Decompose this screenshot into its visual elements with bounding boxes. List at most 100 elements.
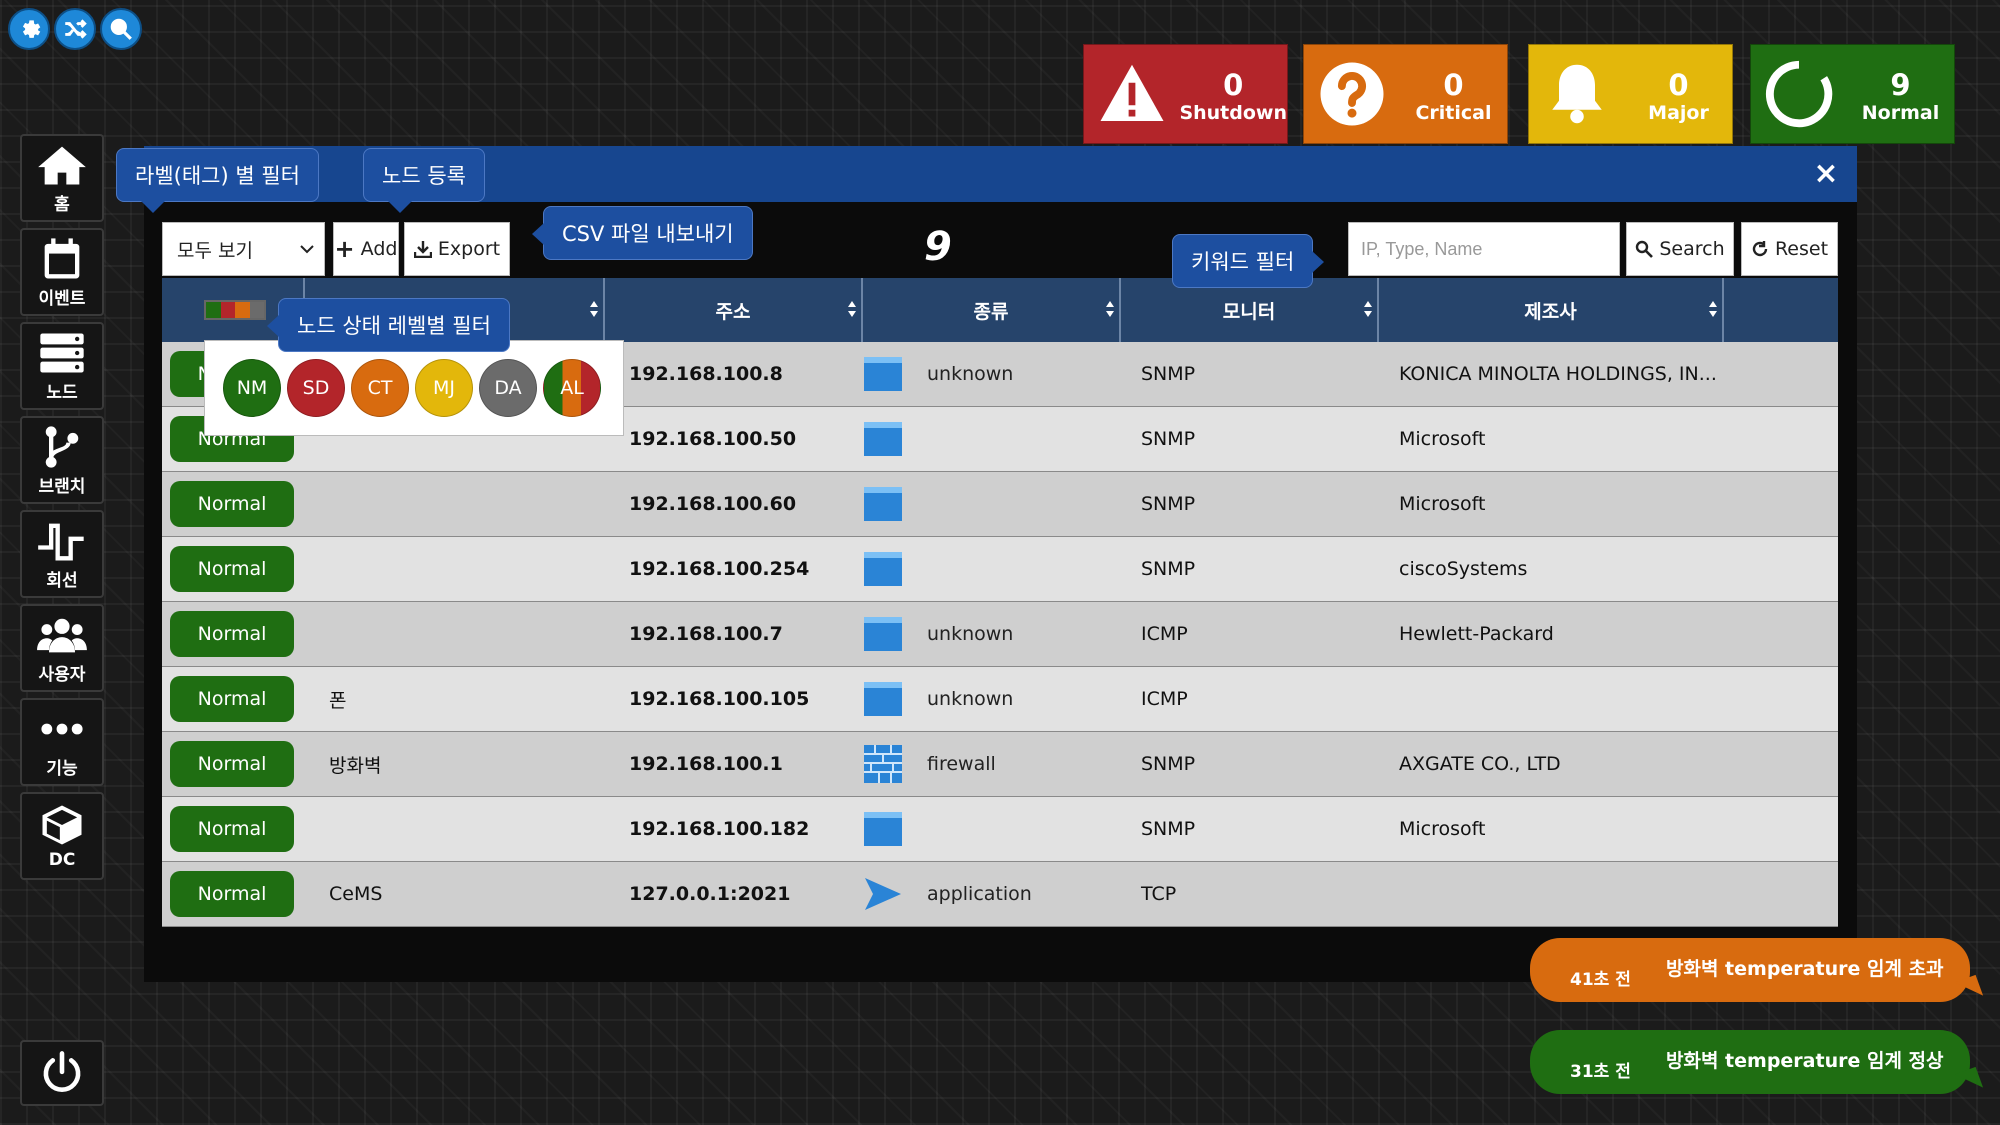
branch-icon: [45, 425, 79, 468]
node-name: CeMS: [329, 883, 383, 905]
close-icon[interactable]: ×: [1811, 156, 1841, 192]
node-name: 방화벽: [329, 754, 382, 777]
status-card-major[interactable]: 0 Major: [1528, 44, 1733, 144]
address-header-label: 주소: [715, 300, 751, 323]
critical-label: Critical: [1415, 101, 1492, 124]
status-badge: Normal: [170, 741, 294, 787]
label-filter-select[interactable]: 모두 보기: [162, 222, 325, 276]
power-button[interactable]: [20, 1040, 104, 1106]
node-type: unknown: [927, 363, 1014, 385]
power-icon: [43, 1051, 81, 1092]
sidebar-item-nodes[interactable]: 노드: [20, 322, 104, 410]
level-mj-button[interactable]: MJ: [415, 359, 473, 417]
table-row[interactable]: Normal 192.168.100.182 SNMP Microsoft: [162, 797, 1838, 862]
sidebar-item-label: 브랜치: [38, 476, 86, 497]
node-address: 192.168.100.60: [629, 493, 797, 515]
sidebar-item-users[interactable]: 사용자: [20, 604, 104, 692]
node-address: 192.168.100.50: [629, 428, 797, 450]
table-row[interactable]: Normal 192.168.100.60 SNMP Microsoft: [162, 472, 1838, 537]
sidebar-item-events[interactable]: 이벤트: [20, 228, 104, 316]
table-row[interactable]: Normal CeMS 127.0.0.1:2021 application T…: [162, 862, 1838, 927]
level-ct-button[interactable]: CT: [351, 359, 409, 417]
type-column-header[interactable]: 종류: [863, 278, 1121, 342]
tooltip-text: 키워드 필터: [1191, 250, 1295, 274]
level-sd-button[interactable]: SD: [287, 359, 345, 417]
shutdown-label: Shutdown: [1179, 101, 1287, 124]
node-list-modal: × 모두 보기 + Add Export 9 Search Reset 주소: [144, 146, 1857, 982]
vendor-column-header[interactable]: 제조사: [1379, 278, 1724, 342]
status-level-filter-toggle[interactable]: [204, 300, 266, 320]
node-monitor: SNMP: [1141, 493, 1196, 515]
node-address: 192.168.100.8: [629, 363, 783, 385]
status-card-critical[interactable]: 0 Critical: [1303, 44, 1508, 144]
reset-button[interactable]: Reset: [1741, 222, 1838, 276]
shuffle-icon[interactable]: [54, 8, 96, 50]
search-button-label: Search: [1659, 238, 1725, 260]
tooltip-text: 노드 상태 레벨별 필터: [297, 314, 491, 338]
status-card-shutdown[interactable]: 0 Shutdown: [1083, 44, 1288, 144]
tooltip-label-filter: 라벨(태그) 별 필터: [116, 148, 319, 213]
ring-icon: [1751, 44, 1847, 144]
node-vendor: AXGATE CO., LTD: [1399, 753, 1561, 775]
top-tools: [8, 8, 142, 50]
notification-time: 31초 전: [1570, 1061, 1631, 1082]
sidebar-item-label: 이벤트: [38, 288, 86, 309]
add-button-label: Add: [360, 238, 398, 260]
node-vendor: ciscoSystems: [1399, 558, 1528, 580]
node-monitor: TCP: [1141, 883, 1177, 905]
table-row[interactable]: Normal 192.168.100.7 unknown ICMP Hewlet…: [162, 602, 1838, 667]
status-badge: Normal: [170, 806, 294, 852]
node-vendor: Microsoft: [1399, 493, 1486, 515]
level-nm-button[interactable]: NM: [223, 359, 281, 417]
sidebar-item-label: 사용자: [38, 664, 86, 685]
notification-message: 방화벽 temperature 임계 초과: [1666, 957, 1944, 980]
search-icon[interactable]: [100, 8, 142, 50]
node-address: 192.168.100.182: [629, 818, 810, 840]
device-icon: [864, 422, 902, 456]
notification-toast[interactable]: 31초 전 방화벽 temperature 임계 정상: [1530, 1030, 1970, 1094]
node-name: 폰: [329, 689, 347, 712]
search-button[interactable]: Search: [1626, 222, 1734, 276]
ellipsis-icon: [41, 723, 83, 734]
node-count: 9: [924, 224, 952, 270]
status-badge: Normal: [170, 546, 294, 592]
major-label: Major: [1648, 101, 1709, 124]
table-row[interactable]: Normal 192.168.100.254 SNMP ciscoSystems: [162, 537, 1838, 602]
major-count: 0: [1668, 68, 1689, 103]
label-filter-value: 모두 보기: [177, 239, 253, 262]
node-type: firewall: [927, 753, 996, 775]
table-row[interactable]: Normal 폰 192.168.100.105 unknown ICMP: [162, 667, 1838, 732]
node-monitor: ICMP: [1141, 623, 1188, 645]
notification-toast[interactable]: 41초 전 방화벽 temperature 임계 초과: [1530, 938, 1970, 1002]
device-icon: [864, 552, 902, 586]
export-button[interactable]: Export: [404, 222, 510, 276]
sidebar-item-label: 노드: [46, 382, 78, 403]
status-badge: Normal: [170, 611, 294, 657]
node-monitor: SNMP: [1141, 428, 1196, 450]
tooltip-text: 라벨(태그) 별 필터: [135, 164, 300, 188]
download-icon: [413, 241, 432, 258]
sidebar-item-branches[interactable]: 브랜치: [20, 416, 104, 504]
sort-icon: [1106, 301, 1114, 317]
status-card-normal[interactable]: 9 Normal: [1750, 44, 1955, 144]
tooltip-text: CSV 파일 내보내기: [562, 222, 734, 246]
refresh-icon: [1752, 241, 1768, 257]
signal-wave-icon: [38, 523, 84, 560]
sidebar-item-functions[interactable]: 기능: [20, 698, 104, 786]
sidebar-item-dc[interactable]: DC: [20, 792, 104, 880]
node-address: 192.168.100.105: [629, 688, 810, 710]
notification-message: 방화벽 temperature 임계 정상: [1666, 1049, 1944, 1072]
address-column-header[interactable]: 주소: [605, 278, 863, 342]
normal-count: 9: [1890, 68, 1911, 103]
table-row[interactable]: Normal 방화벽 192.168.100.1 firewall SNMP A…: [162, 732, 1838, 797]
add-button[interactable]: + Add: [333, 222, 399, 276]
sidebar-item-lines[interactable]: 회선: [20, 510, 104, 598]
home-icon: [38, 146, 86, 184]
level-code: MJ: [433, 377, 455, 399]
tooltip-text: 노드 등록: [382, 164, 466, 188]
level-da-button[interactable]: DA: [479, 359, 537, 417]
settings-gear-icon[interactable]: [8, 8, 50, 50]
search-input[interactable]: [1348, 222, 1620, 276]
level-al-button[interactable]: AL: [543, 359, 601, 417]
sidebar-item-home[interactable]: 홈: [20, 134, 104, 222]
